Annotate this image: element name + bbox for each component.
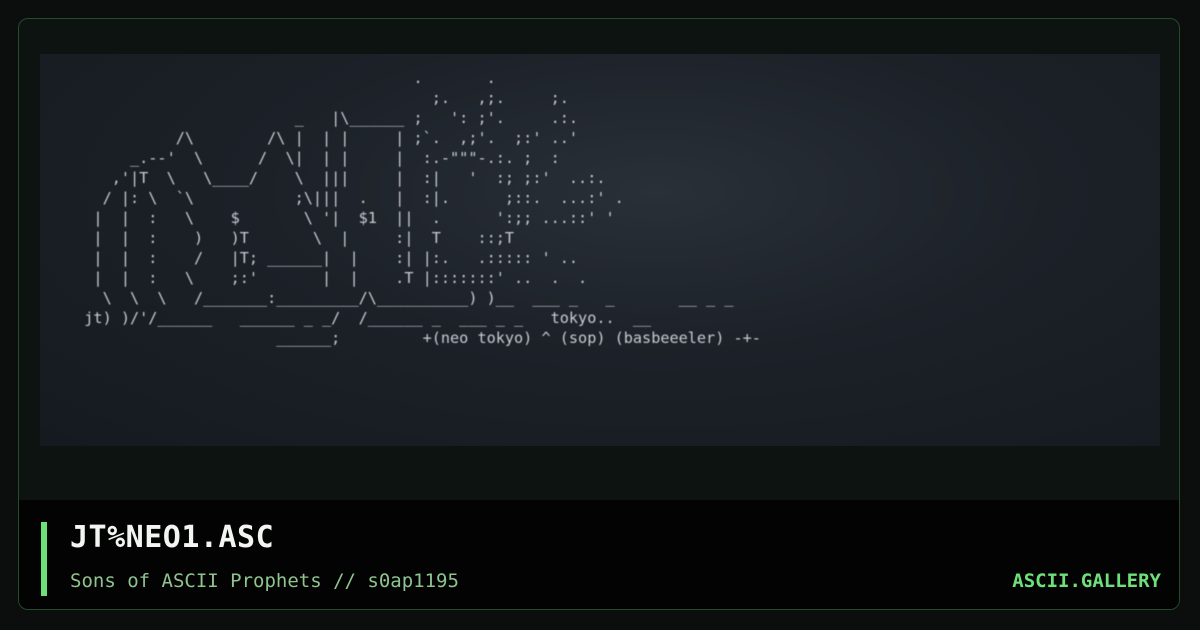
ascii-art-preview[interactable]: . . ;. ,;. ;. _ |\______ ; ': ;'. .:. /\… <box>40 54 1160 446</box>
accent-bar <box>41 522 47 596</box>
artwork-card: . . ;. ,;. ;. _ |\______ ; ': ;'. .:. /\… <box>18 18 1180 610</box>
ascii-art-text: . . ;. ,;. ;. _ |\______ ; ': ;'. .:. /\… <box>84 69 761 347</box>
artwork-title: JT%NEO1.ASC <box>70 520 275 555</box>
site-brand-link[interactable]: ASCII.GALLERY <box>1012 570 1161 592</box>
info-footer: JT%NEO1.ASC Sons of ASCII Prophets // s0… <box>19 500 1179 609</box>
artwork-subtitle: Sons of ASCII Prophets // s0ap1195 <box>70 570 459 592</box>
